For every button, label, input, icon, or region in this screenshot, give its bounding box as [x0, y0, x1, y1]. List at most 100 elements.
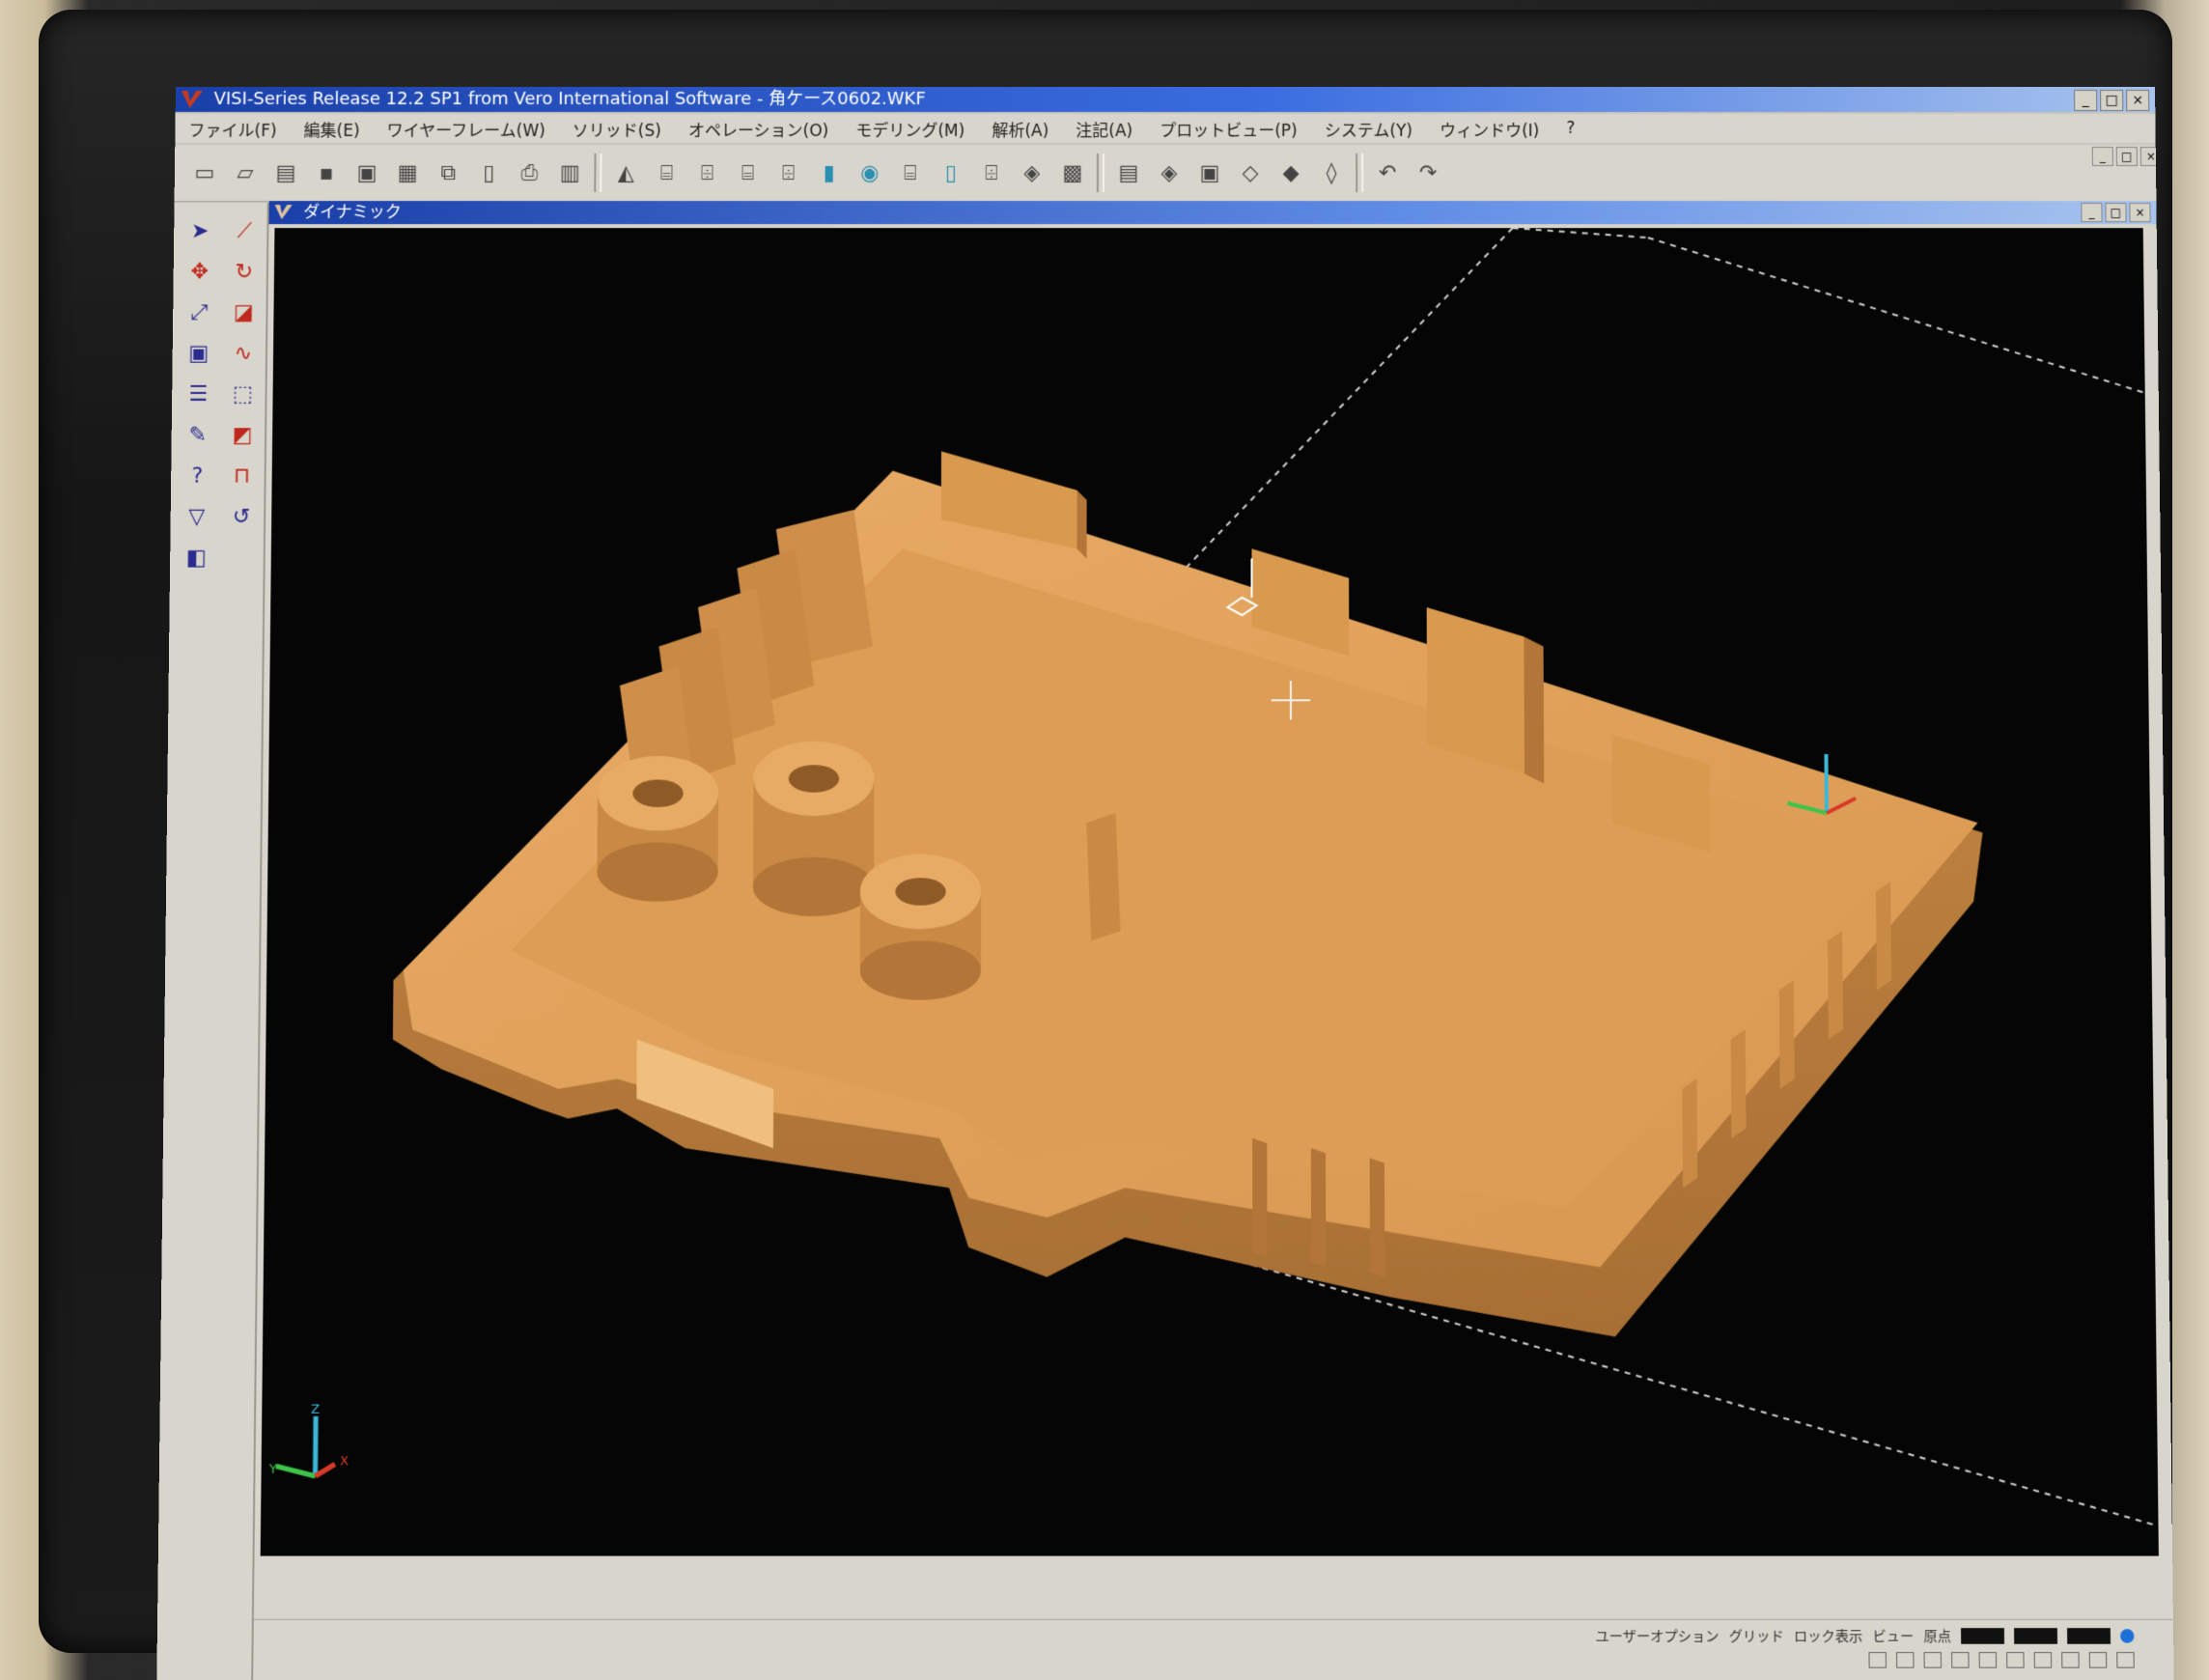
cylinder-10-icon[interactable]: ◈	[1016, 156, 1049, 189]
child-window-controls: _ □ ×	[2081, 203, 2150, 222]
menu-modeling[interactable]: モデリング(M)	[842, 116, 978, 140]
menu-help[interactable]: ?	[1552, 119, 1588, 138]
3d-viewport[interactable]: Z Y X	[261, 228, 2159, 1555]
menu-file[interactable]: ファイル(F)	[175, 116, 290, 140]
cylinder-2-icon[interactable]: ⌹	[690, 156, 723, 189]
axis-label-z: Z	[311, 1402, 320, 1416]
status-lock[interactable]: ロック表示	[1794, 1626, 1862, 1646]
properties-icon[interactable]: ◧	[178, 541, 215, 574]
paint-icon[interactable]: ✎	[180, 418, 217, 451]
select-icon[interactable]: ➤	[182, 214, 218, 247]
minimize-button[interactable]: _	[2074, 90, 2097, 111]
application-window: VISI-Series Release 12.2 SP1 from Vero I…	[156, 87, 2173, 1680]
filter-icon[interactable]: ▽	[179, 500, 216, 533]
view-5-icon[interactable]: ◆	[1274, 156, 1307, 189]
mdi-minimize-button[interactable]: _	[2092, 147, 2113, 166]
open-folder-icon[interactable]: ▤	[269, 156, 302, 189]
box-icon[interactable]: ⬚	[224, 378, 262, 410]
menu-operation[interactable]: オペレーション(O)	[675, 116, 843, 140]
status-toggle-icon[interactable]	[1951, 1652, 1969, 1668]
toolbar-separator	[1356, 154, 1363, 192]
toolbar-separator	[1097, 154, 1104, 192]
cylinder-4-icon[interactable]: ⌹	[771, 156, 804, 189]
status-bar: ユーザーオプション グリッド ロック表示 ビュー 原点	[253, 1619, 2173, 1680]
mdi-restore-button[interactable]: □	[2116, 147, 2138, 166]
print-icon[interactable]: ▦	[391, 156, 424, 189]
child-close-button[interactable]: ×	[2129, 203, 2150, 222]
new-file-icon[interactable]: ▭	[188, 156, 221, 189]
status-toggle-icon[interactable]	[1896, 1652, 1914, 1668]
menu-plotview[interactable]: プロットビュー(P)	[1146, 116, 1311, 140]
revert-icon[interactable]: ↺	[223, 500, 261, 533]
view-4-icon[interactable]: ◇	[1234, 156, 1267, 189]
copy-icon[interactable]: ⧉	[432, 156, 464, 189]
menu-wireframe[interactable]: ワイヤーフレーム(W)	[374, 116, 559, 140]
view-3-icon[interactable]: ▣	[1193, 156, 1226, 189]
paste-icon[interactable]: ▯	[472, 156, 505, 189]
delete-icon[interactable]: ◩	[224, 418, 262, 451]
close-button[interactable]: ×	[2126, 90, 2149, 111]
status-view[interactable]: ビュー	[1872, 1626, 1914, 1646]
menu-analysis[interactable]: 解析(A)	[978, 116, 1062, 140]
menu-bar: ファイル(F) 編集(E) ワイヤーフレーム(W) ソリッド(S) オペレーショ…	[175, 114, 2155, 143]
menu-annotation[interactable]: 注記(A)	[1062, 116, 1146, 140]
scale-icon[interactable]: ⤢	[181, 295, 218, 328]
cylinder-11-icon[interactable]: ▩	[1056, 156, 1089, 189]
menu-solid[interactable]: ソリッド(S)	[559, 116, 675, 140]
query-icon[interactable]: ?	[179, 459, 216, 491]
status-toggle-icon[interactable]	[2061, 1652, 2080, 1668]
cylinder-8-icon[interactable]: ▯	[935, 156, 967, 189]
cylinder-9-icon[interactable]: ⌹	[975, 156, 1008, 189]
rotate-icon[interactable]: ↻	[226, 255, 263, 288]
menu-edit[interactable]: 編集(E)	[290, 116, 373, 140]
status-user-option[interactable]: ユーザーオプション	[1595, 1626, 1719, 1646]
menu-window[interactable]: ウィンドウ(I)	[1426, 116, 1552, 140]
child-maximize-button[interactable]: □	[2105, 203, 2126, 222]
status-toggle-icon[interactable]	[1979, 1652, 1998, 1668]
maximize-button[interactable]: □	[2100, 90, 2123, 111]
print-setup-icon[interactable]: ⎙	[513, 156, 545, 189]
status-indicator-icon	[2120, 1629, 2134, 1643]
status-color-swatch[interactable]	[2014, 1628, 2057, 1644]
status-color-swatch[interactable]	[1961, 1628, 2004, 1644]
status-grid[interactable]: グリッド	[1729, 1626, 1784, 1646]
menu-system[interactable]: システム(Y)	[1311, 116, 1426, 140]
bracket-icon[interactable]: ⊓	[223, 459, 261, 491]
cylinder-3-icon[interactable]: ⌸	[731, 156, 764, 189]
child-minimize-button[interactable]: _	[2081, 203, 2102, 222]
save-icon[interactable]: ▪	[310, 156, 343, 189]
child-window-title: ダイナミック	[303, 203, 402, 222]
curve-icon[interactable]: ∿	[225, 337, 263, 370]
model-canvas	[261, 228, 2159, 1555]
status-toggle-icon[interactable]	[1924, 1652, 1942, 1668]
layers-icon[interactable]: ▥	[553, 156, 586, 189]
view-1-icon[interactable]: ▤	[1112, 156, 1145, 189]
cylinder-7-icon[interactable]: ⌸	[894, 156, 927, 189]
cylinder-1-icon[interactable]: ⌸	[650, 156, 683, 189]
redo-icon[interactable]: ↷	[1412, 156, 1444, 189]
edit-icon[interactable]: ◪	[225, 295, 262, 328]
measure-icon[interactable]: ⟋	[226, 214, 263, 247]
status-toggle-icon[interactable]	[2116, 1652, 2135, 1668]
mdi-close-button[interactable]: ×	[2140, 147, 2162, 166]
open-file-icon[interactable]: ▱	[229, 156, 262, 189]
status-toggle-icon[interactable]	[2089, 1652, 2108, 1668]
move-icon[interactable]: ✥	[182, 255, 218, 288]
view-icon[interactable]: ▣	[181, 337, 218, 370]
cylinder-6-icon[interactable]: ◉	[853, 156, 886, 189]
status-toggle-icon[interactable]	[1868, 1652, 1886, 1668]
save-all-icon[interactable]: ▣	[350, 156, 383, 189]
list-icon[interactable]: ☰	[180, 378, 217, 410]
view-axis-triad	[276, 1416, 336, 1476]
undo-icon[interactable]: ↶	[1371, 156, 1404, 189]
view-2-icon[interactable]: ◈	[1153, 156, 1186, 189]
cylinder-5-icon[interactable]: ▮	[813, 156, 846, 189]
status-origin[interactable]: 原点	[1923, 1626, 1951, 1646]
shade-icon[interactable]: ◭	[609, 156, 642, 189]
cad-model[interactable]	[390, 228, 1988, 1336]
status-color-swatch[interactable]	[2067, 1628, 2111, 1644]
status-toggle-icon[interactable]	[2034, 1652, 2053, 1668]
mdi-controls: _ □ ×	[2092, 147, 2162, 166]
status-toggle-icon[interactable]	[2006, 1652, 2025, 1668]
view-6-icon[interactable]: ◊	[1315, 156, 1348, 189]
